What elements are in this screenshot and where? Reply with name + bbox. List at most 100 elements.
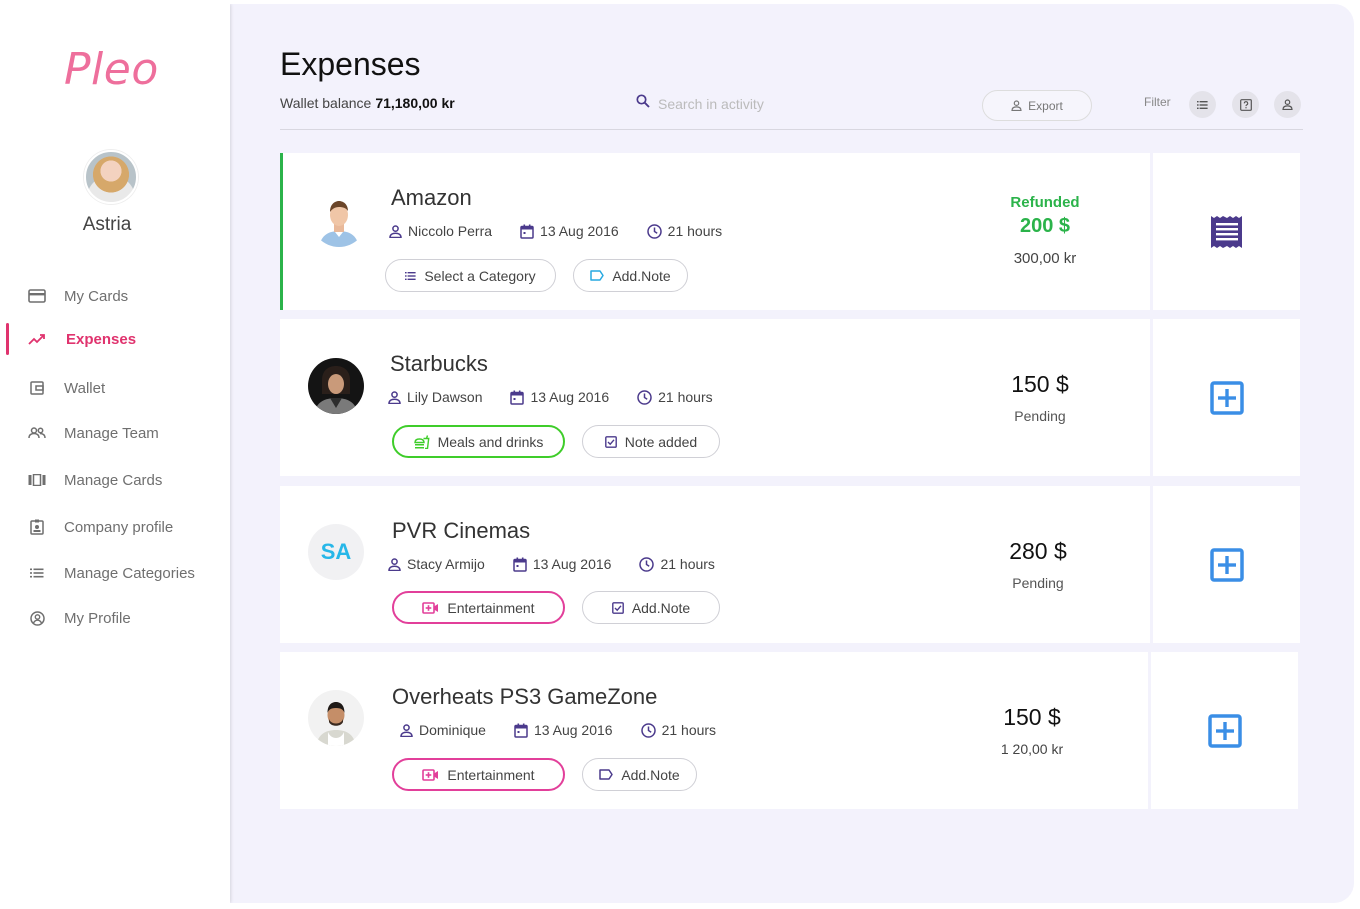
avatar [308, 358, 364, 414]
clock-icon [646, 223, 662, 239]
filter-list-button[interactable] [1189, 91, 1216, 118]
clock-icon [637, 389, 652, 405]
expense-person: Dominique [400, 722, 486, 738]
sidebar-item-label: Expenses [66, 330, 137, 348]
receipt-button[interactable] [1153, 153, 1300, 310]
expense-person: Stacy Armijo [388, 556, 485, 572]
pleo-logo[interactable]: Pleo [64, 44, 159, 95]
calendar-icon [510, 390, 525, 405]
people-icon [28, 424, 46, 442]
list-icon [28, 564, 46, 582]
credit-card-icon [28, 287, 46, 305]
search-input[interactable] [658, 95, 858, 112]
sidebar-item-label: Company profile [64, 518, 174, 536]
sidebar-item-manage-team[interactable]: Manage Team [4, 419, 230, 447]
add-note-button[interactable]: Add.Note [573, 259, 688, 292]
filter-person-button[interactable] [1274, 91, 1301, 118]
wallet-balance-value: 71,180,00 kr [375, 95, 455, 111]
expense-card-body: Starbucks Lily Dawson 13 Aug 2016 21 hou… [280, 319, 1150, 476]
add-box-icon [1209, 547, 1244, 582]
merchant-name[interactable]: Starbucks [390, 351, 488, 377]
amount-converted: 300,00 kr [1013, 250, 1077, 267]
expense-date: 13 Aug 2016 [513, 556, 611, 572]
expense-amount: Refunded 200 $ 300,00 kr [975, 194, 1115, 267]
sidebar-item-manage-categories[interactable]: Manage Categories [4, 559, 230, 587]
expense-meta: Niccolo Perra 13 Aug 2016 21 hours [389, 223, 750, 239]
help-box-icon [1239, 98, 1252, 111]
time-text: 21 hours [660, 556, 715, 572]
amount-converted: 1 20,00 kr [1000, 741, 1064, 757]
add-receipt-button[interactable] [1153, 319, 1300, 476]
amount-value: 150 $ [1011, 371, 1069, 397]
expense-person: Niccolo Perra [389, 223, 492, 239]
note-label: Add.Note [631, 599, 691, 616]
merchant-name[interactable]: PVR Cinemas [392, 518, 530, 544]
sidebar-item-label: Manage Team [64, 424, 159, 442]
wallet-balance: Wallet balance 71,180,00 kr [280, 95, 455, 111]
add-receipt-button[interactable] [1153, 486, 1300, 643]
header-divider [280, 129, 1303, 130]
check-box-icon [611, 601, 624, 614]
expense-card[interactable]: Overheats PS3 GameZone Dominique 13 Aug … [280, 652, 1300, 809]
note-label: Note added [624, 433, 698, 450]
category-select-button[interactable]: Entertainment [392, 758, 565, 791]
note-button[interactable]: Note added [582, 425, 720, 458]
refund-status: Refunded [1010, 194, 1080, 211]
expense-time: 21 hours [637, 389, 713, 405]
merchant-name[interactable]: Overheats PS3 GameZone [392, 684, 657, 710]
search-icon [636, 94, 650, 113]
date-text: 13 Aug 2016 [540, 223, 619, 239]
app-window: Pleo Astria My Cards Expenses Wallet Man… [4, 4, 1354, 903]
label-icon [599, 769, 614, 780]
page-title: Expenses [280, 46, 421, 82]
person-name: Lily Dawson [407, 389, 483, 405]
category-label: Entertainment [447, 766, 535, 783]
sidebar-item-label: My Profile [64, 609, 131, 627]
amount-status: Pending [1012, 575, 1064, 591]
avatar [308, 690, 364, 746]
person-icon [388, 390, 401, 404]
merchant-name[interactable]: Amazon [391, 185, 472, 211]
calendar-icon [520, 224, 534, 239]
wallet-icon [28, 379, 46, 397]
sidebar-item-my-profile[interactable]: My Profile [4, 604, 230, 632]
add-box-icon [1207, 713, 1242, 748]
note-label: Add.Note [621, 766, 680, 783]
category-select-button[interactable]: Meals and drinks [392, 425, 565, 458]
add-receipt-button[interactable] [1151, 652, 1298, 809]
amount-value: 200 $ [1019, 215, 1071, 237]
sidebar-item-company-profile[interactable]: Company profile [4, 513, 230, 541]
sidebar-item-label: Wallet [64, 379, 106, 397]
category-select-button[interactable]: Entertainment [392, 591, 565, 624]
add-note-button[interactable]: Add.Note [582, 758, 697, 791]
avatar: SA [308, 524, 364, 580]
badge-icon [28, 518, 46, 536]
date-text: 13 Aug 2016 [533, 722, 613, 738]
expense-card[interactable]: Starbucks Lily Dawson 13 Aug 2016 21 hou… [280, 319, 1300, 476]
date-text: 13 Aug 2016 [530, 389, 610, 405]
expense-time: 21 hours [640, 722, 716, 738]
expense-card[interactable]: SA PVR Cinemas Stacy Armijo 13 Aug 2016 … [280, 486, 1300, 643]
video-camera-icon [422, 768, 439, 781]
add-note-button[interactable]: Add.Note [582, 591, 720, 624]
person-icon [1011, 100, 1022, 111]
time-text: 21 hours [667, 223, 723, 239]
filter-help-button[interactable] [1232, 91, 1259, 118]
sidebar-item-manage-cards[interactable]: Manage Cards [4, 466, 230, 494]
sidebar-item-my-cards[interactable]: My Cards [4, 282, 230, 310]
calendar-icon [514, 723, 528, 738]
sidebar-item-wallet[interactable]: Wallet [4, 374, 230, 402]
expense-card-body: SA PVR Cinemas Stacy Armijo 13 Aug 2016 … [280, 486, 1150, 643]
profile-avatar[interactable] [84, 150, 138, 204]
export-button[interactable]: Export [982, 90, 1092, 121]
expense-meta: Stacy Armijo 13 Aug 2016 21 hours [388, 556, 743, 572]
expense-amount: 280 $ Pending [968, 538, 1108, 591]
sidebar-item-expenses[interactable]: Expenses [4, 323, 230, 355]
person-icon [389, 224, 402, 238]
trending-up-icon [28, 330, 46, 348]
fastfood-icon [413, 434, 430, 449]
category-select-button[interactable]: Select a Category [385, 259, 556, 292]
expense-card[interactable]: Amazon Niccolo Perra 13 Aug 2016 21 hour… [280, 153, 1300, 310]
video-camera-icon [422, 601, 439, 614]
receipt-icon [1210, 215, 1242, 248]
